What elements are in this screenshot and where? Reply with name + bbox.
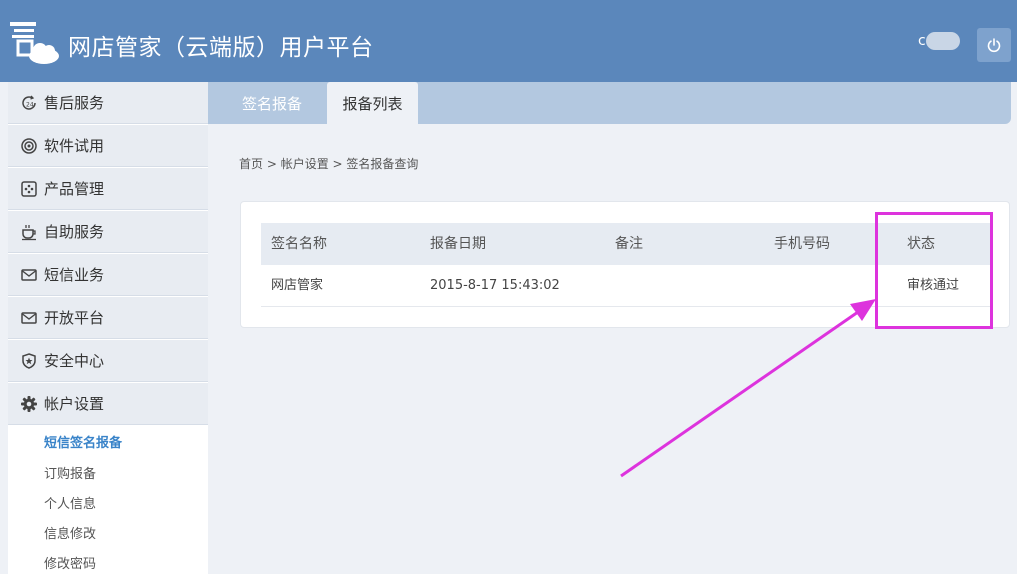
sidebar-item-label: 短信业务 [44,266,105,284]
sidebar-item-account-settings[interactable]: 帐户设置 [8,383,208,425]
subnav-sms-signature-report[interactable]: 短信签名报备 [44,432,122,451]
sidebar-item-label: 软件试用 [44,137,105,155]
envelope-icon [20,309,38,327]
tab-signature-report[interactable]: 签名报备 [222,82,322,124]
sidebar-item-sms-business[interactable]: 短信业务 [8,254,208,296]
top-header: 网店管家（云端版）用户平台 c 1 [0,0,1017,82]
column-header-phone: 手机号码 [774,236,830,252]
column-header-report-date: 报备日期 [430,236,486,252]
breadcrumb-account-settings[interactable]: 帐户设置 [281,157,329,171]
subnav-change-password[interactable]: 修改密码 [44,553,96,572]
sidebar: 24 售后服务 软件试用 产品管理 自助服务 短信业务 开放平台 安全中心 帐户… [8,82,208,574]
tab-report-list[interactable]: 报备列表 [327,82,418,124]
app-title: 网店管家（云端版）用户平台 [68,35,374,61]
coffee-cup-icon [20,223,38,241]
sidebar-item-label: 开放平台 [44,309,105,327]
logout-button[interactable] [977,28,1011,62]
breadcrumb-separator: > [328,157,347,171]
breadcrumb-current: 签名报备查询 [346,157,419,171]
product-box-icon [20,180,38,198]
sidebar-item-label: 安全中心 [44,352,105,370]
target-icon [20,137,38,155]
sidebar-item-after-sales[interactable]: 24 售后服务 [8,82,208,124]
sidebar-item-label: 自助服务 [44,223,105,241]
cell-report-date: 2015-8-17 15:43:02 [430,278,560,293]
user-name-redaction [926,32,960,50]
envelope-icon [20,266,38,284]
sidebar-item-security-center[interactable]: 安全中心 [8,340,208,382]
sidebar-item-open-platform[interactable]: 开放平台 [8,297,208,339]
highlight-box [875,212,993,329]
column-header-signature-name: 签名名称 [271,236,327,252]
sidebar-item-product-management[interactable]: 产品管理 [8,168,208,210]
breadcrumb: 首页 > 帐户设置 > 签名报备查询 [239,155,418,172]
subnav-personal-info[interactable]: 个人信息 [44,493,96,512]
power-icon [987,38,1001,53]
shield-icon [20,352,38,370]
after-sales-24-icon: 24 [20,94,38,112]
sidebar-item-label: 帐户设置 [44,395,105,413]
breadcrumb-separator: > [263,157,281,171]
cell-signature-name: 网店管家 [271,278,324,293]
gear-icon [20,395,38,413]
column-header-remark: 备注 [615,236,643,252]
sidebar-item-label: 产品管理 [44,180,105,198]
subnav-edit-info[interactable]: 信息修改 [44,523,96,542]
tab-bar: 签名报备 报备列表 [208,82,1011,124]
subnav-order-report[interactable]: 订购报备 [44,463,96,482]
sidebar-item-software-trial[interactable]: 软件试用 [8,125,208,167]
sidebar-item-self-service[interactable]: 自助服务 [8,211,208,253]
sidebar-item-label: 售后服务 [44,94,105,112]
svg-text:24: 24 [26,101,34,108]
breadcrumb-home[interactable]: 首页 [239,157,263,171]
logo-cloud-icon [10,22,59,64]
